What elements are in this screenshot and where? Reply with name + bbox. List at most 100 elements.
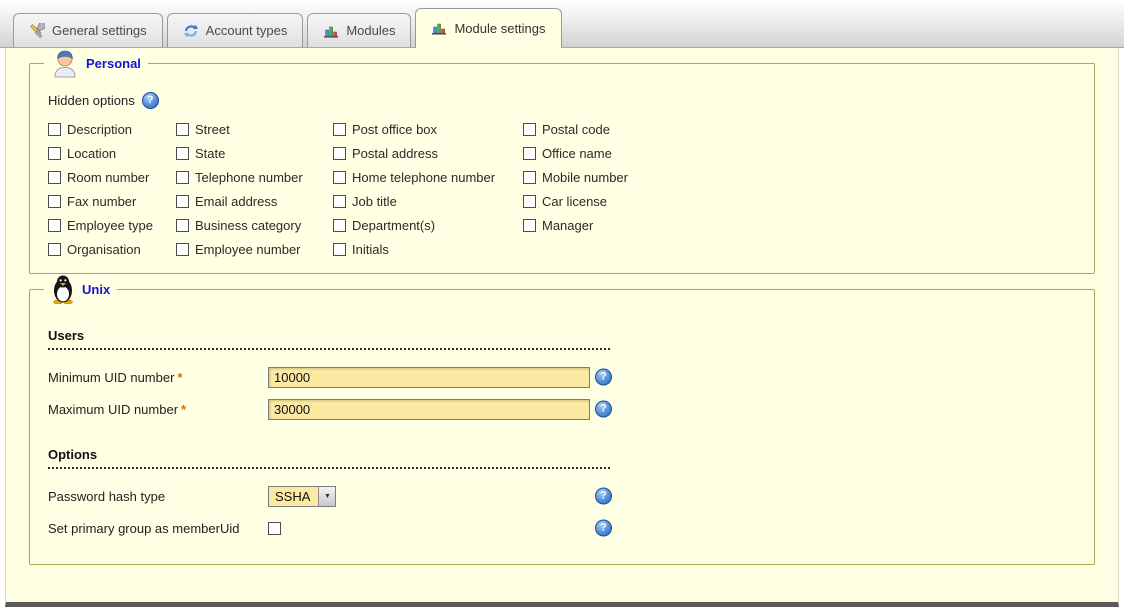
help-glyph: ? bbox=[600, 523, 607, 534]
tab-label: Account types bbox=[206, 23, 288, 38]
tab-module-settings[interactable]: Module settings bbox=[415, 8, 561, 48]
hidden-option-street[interactable]: Street bbox=[176, 122, 333, 137]
maximum-uid-label: Maximum UID number* bbox=[48, 402, 268, 417]
hidden-option-home-telephone-number[interactable]: Home telephone number bbox=[333, 170, 523, 185]
checkbox[interactable] bbox=[523, 195, 536, 208]
tab-general-settings[interactable]: General settings bbox=[13, 13, 163, 47]
checkbox-label: Street bbox=[195, 122, 230, 137]
hidden-option-fax-number[interactable]: Fax number bbox=[48, 194, 176, 209]
minimum-uid-label: Minimum UID number* bbox=[48, 370, 268, 385]
checkbox-label: Department(s) bbox=[352, 218, 435, 233]
dropdown-glyph: ▼ bbox=[324, 493, 331, 500]
hidden-option-office-name[interactable]: Office name bbox=[523, 146, 1094, 161]
hidden-option-employee-number[interactable]: Employee number bbox=[176, 242, 333, 257]
checkbox[interactable] bbox=[333, 195, 346, 208]
personal-fieldset: Personal Hidden options ? Description St… bbox=[29, 48, 1095, 274]
hidden-option-state[interactable]: State bbox=[176, 146, 333, 161]
help-icon[interactable]: ? bbox=[595, 401, 612, 418]
select-value: SSHA bbox=[269, 487, 318, 506]
help-glyph: ? bbox=[600, 372, 607, 383]
hidden-option-initials[interactable]: Initials bbox=[333, 242, 523, 257]
unix-fieldset: Unix Users Minimum UID number* ? Maximum… bbox=[29, 274, 1095, 565]
checkbox[interactable] bbox=[176, 123, 189, 136]
checkbox[interactable] bbox=[333, 123, 346, 136]
hidden-option-organisation[interactable]: Organisation bbox=[48, 242, 176, 257]
help-icon[interactable]: ? bbox=[595, 369, 612, 386]
checkbox[interactable] bbox=[333, 219, 346, 232]
help-glyph: ? bbox=[147, 95, 154, 106]
hidden-option-employee-type[interactable]: Employee type bbox=[48, 218, 176, 233]
minimum-uid-input[interactable] bbox=[268, 367, 590, 388]
checkbox-label: Mobile number bbox=[542, 170, 628, 185]
checkbox[interactable] bbox=[523, 147, 536, 160]
checkbox[interactable] bbox=[523, 171, 536, 184]
hidden-option-description[interactable]: Description bbox=[48, 122, 176, 137]
tab-label: Module settings bbox=[454, 21, 545, 36]
hidden-option-postal-code[interactable]: Postal code bbox=[523, 122, 1094, 137]
personal-legend: Personal bbox=[44, 48, 148, 78]
checkbox[interactable] bbox=[176, 147, 189, 160]
field-label-text: Minimum UID number bbox=[48, 370, 174, 385]
hidden-options-row: Hidden options ? bbox=[48, 92, 1094, 109]
password-hash-row: Password hash type SSHA ▼ ? bbox=[48, 484, 1094, 508]
member-uid-checkbox[interactable] bbox=[268, 522, 281, 535]
checkbox[interactable] bbox=[333, 171, 346, 184]
checkbox[interactable] bbox=[523, 219, 536, 232]
password-hash-label: Password hash type bbox=[48, 489, 268, 504]
checkbox[interactable] bbox=[176, 243, 189, 256]
hidden-option-car-license[interactable]: Car license bbox=[523, 194, 1094, 209]
hidden-option-mobile-number[interactable]: Mobile number bbox=[523, 170, 1094, 185]
checkbox[interactable] bbox=[48, 171, 61, 184]
hidden-option-email-address[interactable]: Email address bbox=[176, 194, 333, 209]
tab-modules[interactable]: Modules bbox=[307, 13, 411, 47]
hidden-option-departments[interactable]: Department(s) bbox=[333, 218, 523, 233]
checkbox[interactable] bbox=[48, 123, 61, 136]
hidden-option-post-office-box[interactable]: Post office box bbox=[333, 122, 523, 137]
checkbox-label: Postal code bbox=[542, 122, 610, 137]
unix-legend: Unix bbox=[44, 274, 117, 304]
checkbox-label: Postal address bbox=[352, 146, 438, 161]
tab-label: Modules bbox=[346, 23, 395, 38]
section-title-users: Users bbox=[48, 328, 610, 350]
help-icon[interactable]: ? bbox=[595, 488, 612, 505]
checkbox-label: Location bbox=[67, 146, 116, 161]
checkbox[interactable] bbox=[48, 243, 61, 256]
hidden-option-postal-address[interactable]: Postal address bbox=[333, 146, 523, 161]
checkbox-label: Room number bbox=[67, 170, 149, 185]
checkbox-label: State bbox=[195, 146, 225, 161]
hidden-option-manager[interactable]: Manager bbox=[523, 218, 1094, 233]
field-label-text: Maximum UID number bbox=[48, 402, 178, 417]
checkbox[interactable] bbox=[523, 123, 536, 136]
checkbox-label: Email address bbox=[195, 194, 277, 209]
tab-account-types[interactable]: Account types bbox=[167, 13, 304, 47]
checkbox[interactable] bbox=[176, 195, 189, 208]
hidden-option-room-number[interactable]: Room number bbox=[48, 170, 176, 185]
tools-icon bbox=[29, 23, 45, 39]
maximum-uid-input[interactable] bbox=[268, 399, 590, 420]
help-icon[interactable]: ? bbox=[142, 92, 159, 109]
checkbox-label: Job title bbox=[352, 194, 397, 209]
legend-text: Unix bbox=[82, 282, 110, 297]
checkbox-label: Office name bbox=[542, 146, 612, 161]
hidden-option-job-title[interactable]: Job title bbox=[333, 194, 523, 209]
sync-icon bbox=[183, 23, 199, 39]
module-settings-panel: Personal Hidden options ? Description St… bbox=[5, 48, 1119, 607]
hidden-option-business-category[interactable]: Business category bbox=[176, 218, 333, 233]
checkbox[interactable] bbox=[176, 219, 189, 232]
chart-icon bbox=[431, 20, 447, 36]
checkbox[interactable] bbox=[333, 147, 346, 160]
checkbox[interactable] bbox=[333, 243, 346, 256]
password-hash-select[interactable]: SSHA ▼ bbox=[268, 486, 336, 507]
checkbox-label: Manager bbox=[542, 218, 593, 233]
member-uid-row: Set primary group as memberUid ? bbox=[48, 516, 1094, 540]
checkbox[interactable] bbox=[176, 171, 189, 184]
person-icon bbox=[51, 48, 79, 78]
hidden-option-telephone-number[interactable]: Telephone number bbox=[176, 170, 333, 185]
checkbox[interactable] bbox=[48, 147, 61, 160]
hidden-options-grid: Description Street Post office box Posta… bbox=[48, 122, 1094, 257]
hidden-option-location[interactable]: Location bbox=[48, 146, 176, 161]
help-icon[interactable]: ? bbox=[595, 520, 612, 537]
checkbox-label: Employee number bbox=[195, 242, 301, 257]
checkbox[interactable] bbox=[48, 219, 61, 232]
checkbox[interactable] bbox=[48, 195, 61, 208]
